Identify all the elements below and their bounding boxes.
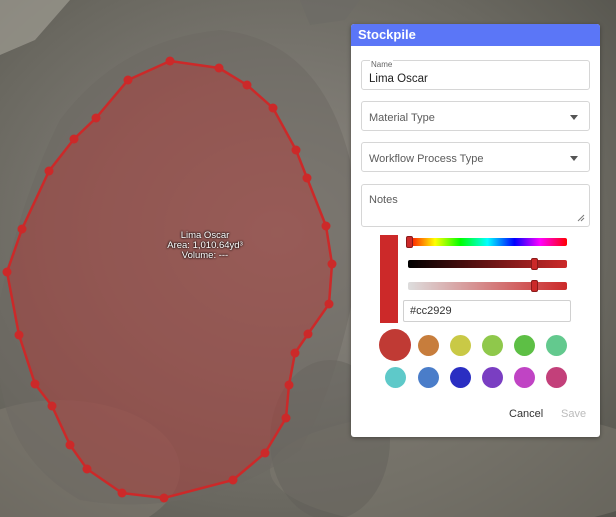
notes-placeholder: Notes [369, 194, 398, 206]
workflow-placeholder: Workflow Process Type [369, 153, 484, 165]
polygon-vertex-handle[interactable] [30, 379, 40, 389]
polygon-vertex-handle[interactable] [303, 329, 313, 339]
color-swatch[interactable] [481, 366, 503, 388]
name-field-value[interactable]: Lima Oscar [369, 73, 428, 85]
notes-textarea[interactable]: Notes [361, 184, 590, 227]
color-swatch[interactable] [449, 334, 471, 356]
color-swatch[interactable] [545, 366, 567, 388]
saturation-slider-thumb[interactable] [531, 258, 538, 270]
color-swatch[interactable] [417, 334, 439, 356]
color-swatch[interactable] [417, 366, 439, 388]
polygon-vertex-handle[interactable] [47, 401, 57, 411]
stockpile-panel: Stockpile Name Lima Oscar Material Type … [351, 24, 600, 437]
polygon-vertex-handle[interactable] [17, 224, 27, 234]
name-field-label: Name [370, 60, 394, 69]
polygon-vertex-handle[interactable] [159, 493, 169, 503]
polygon-vertex-handle[interactable] [69, 134, 79, 144]
color-swatch[interactable] [513, 366, 535, 388]
color-swatch[interactable] [545, 334, 567, 356]
polygon-vertex-handle[interactable] [281, 413, 291, 423]
cancel-button[interactable]: Cancel [509, 408, 543, 420]
polygon-vertex-handle[interactable] [65, 440, 75, 450]
polygon-vertex-handle[interactable] [324, 299, 334, 309]
color-swatch[interactable] [481, 334, 503, 356]
polygon-vertex-handle[interactable] [82, 464, 92, 474]
polygon-vertex-handle[interactable] [14, 330, 24, 340]
color-swatch[interactable] [379, 329, 411, 361]
save-button[interactable]: Save [561, 408, 586, 420]
color-swatch[interactable] [384, 366, 406, 388]
hex-color-input[interactable]: #cc2929 [403, 300, 571, 322]
saturation-slider[interactable] [408, 258, 567, 270]
polygon-vertex-handle[interactable] [44, 166, 54, 176]
name-field[interactable]: Name Lima Oscar [361, 60, 590, 90]
polygon-vertex-handle[interactable] [165, 56, 175, 66]
polygon-vertex-handle[interactable] [268, 103, 278, 113]
polygon-vertex-handle[interactable] [91, 113, 101, 123]
workflow-process-type-select[interactable]: Workflow Process Type [361, 142, 590, 172]
polygon-vertex-handle[interactable] [302, 173, 312, 183]
polygon-vertex-handle[interactable] [284, 380, 294, 390]
hue-slider[interactable] [406, 236, 567, 248]
color-preview [380, 235, 398, 323]
resize-handle-icon[interactable] [577, 214, 585, 222]
polygon-vertex-handle[interactable] [123, 75, 133, 85]
stockpile-map-label: Lima Oscar Area: 1,010.64yd³ Volume: --- [150, 231, 260, 261]
stockpile-label-volume: Volume: --- [181, 250, 229, 261]
polygon-vertex-handle[interactable] [291, 145, 301, 155]
polygon-vertex-handle[interactable] [260, 448, 270, 458]
panel-title: Stockpile [351, 24, 600, 46]
color-swatch[interactable] [449, 366, 471, 388]
polygon-vertex-handle[interactable] [214, 63, 224, 73]
polygon-vertex-handle[interactable] [327, 259, 337, 269]
polygon-vertex-handle[interactable] [242, 80, 252, 90]
opacity-slider-thumb[interactable] [531, 280, 538, 292]
chevron-down-icon [570, 115, 578, 120]
material-type-placeholder: Material Type [369, 112, 435, 124]
opacity-slider[interactable] [408, 280, 567, 292]
polygon-vertex-handle[interactable] [117, 488, 127, 498]
chevron-down-icon [570, 156, 578, 161]
polygon-vertex-handle[interactable] [321, 221, 331, 231]
color-swatch[interactable] [513, 334, 535, 356]
polygon-vertex-handle[interactable] [228, 475, 238, 485]
polygon-vertex-handle[interactable] [2, 267, 12, 277]
polygon-vertex-handle[interactable] [290, 348, 300, 358]
material-type-select[interactable]: Material Type [361, 101, 590, 131]
hue-slider-thumb[interactable] [406, 236, 413, 248]
